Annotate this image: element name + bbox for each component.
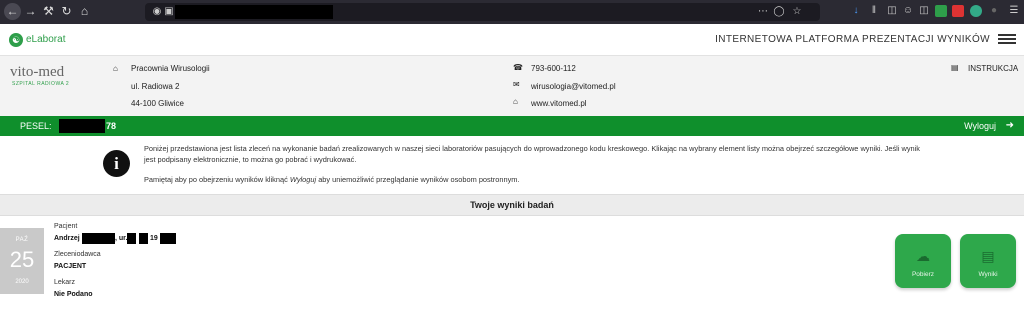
app-header: ☯ eLaborat INTERNETOWA PLATFORMA PREZENT… [0,24,1024,56]
birth-year-prefix: 19 [150,235,158,242]
hamburger-menu-icon[interactable] [998,32,1016,48]
pesel-redacted [59,119,105,133]
home-icon[interactable]: ⌂ [76,3,93,20]
pocket-icon[interactable]: ◯ [773,6,785,18]
elaborat-logo-icon: ☯ [9,33,23,47]
lab-phone: 793-600-112 [531,64,576,73]
lab-street: ul. Radiowa 2 [131,82,180,91]
cloud-download-icon: ☁ [916,248,930,264]
birth-month-redacted [139,233,148,244]
notice-text-em: Wyloguj [289,175,317,184]
orderer-label: Zleceniodawca [54,251,101,258]
date-day: 25 [9,247,35,272]
vitomed-logo-sub: SZPITAL RADIOWA 2 [12,81,70,87]
extension-badge-icon[interactable] [952,5,964,17]
more-icon[interactable]: ⋯ [757,6,769,18]
results-heading: Twoje wyniki badań [0,194,1024,216]
account-icon[interactable]: ☺ [902,5,914,17]
date-year: 2020 [15,279,29,285]
shield-icon: ◉ [152,6,162,17]
wrench-icon[interactable]: ⚒ [40,3,57,20]
phone-icon: ☎ [513,63,523,72]
pesel-suffix: 78 [106,121,117,131]
patient-first-name: Andrzej [54,235,80,242]
birth-year-redacted [160,233,176,244]
results-label: Wyniki [978,271,998,278]
notice-paragraph-2: Pamiętaj aby po obejrzeniu wyników klikn… [144,174,924,185]
birth-day-redacted [127,233,136,244]
notice-text-post: aby uniemożliwić przeglądanie wyników os… [316,175,520,184]
back-icon[interactable]: ← [4,3,21,20]
session-bar: PESEL: 78 Wyloguj ➜ [0,116,1024,136]
date-badge: PAŹ 25 2020 [0,228,44,294]
sidebar-icon[interactable]: ◫ [886,5,898,17]
menu-icon[interactable]: ☰ [1008,5,1020,17]
book-icon[interactable]: ▤ [951,63,959,72]
doctor-label: Lekarz [54,279,76,286]
reload-icon[interactable]: ↻ [58,3,75,20]
doctor-value: Nie Podano [54,291,93,298]
results-button[interactable]: ▤ Wyniki [960,234,1016,288]
list-icon: ▤ [981,248,995,264]
download-label: Pobierz [911,271,935,278]
lock-icon: ▣ [164,6,174,17]
reader-icon[interactable]: ◫ [918,5,930,17]
notice-text: Poniżej przedstawiona jest lista zleceń … [144,143,924,185]
forward-icon[interactable]: → [22,3,39,20]
bookmark-star-icon[interactable]: ☆ [791,6,803,18]
pesel-label: PESEL: [20,121,52,131]
notice-paragraph-1: Poniżej przedstawiona jest lista zleceń … [144,144,920,164]
lab-info-panel: vito-med SZPITAL RADIOWA 2 ⌂ Pracownia W… [0,56,1024,116]
orderer-value: PACJENT [54,263,87,270]
browser-toolbar: ← → ⚒ ↻ ⌂ ◉ ▣ ⋯ ◯ ☆ ↓ ‖ ◫ ☺ ◫ ● ☰ [0,0,1024,24]
lab-city: 44-100 Gliwice [131,99,184,108]
download-button[interactable]: ☁ Pobierz [895,234,951,288]
address-bar[interactable]: ◉ ▣ ⋯ ◯ ☆ [145,3,820,21]
patient-birth-prefix: , ur. [115,235,128,242]
home-icon: ⌂ [513,97,518,106]
notice-panel: i Poniżej przedstawiona jest lista zlece… [0,136,1024,194]
logout-link[interactable]: Wyloguj [964,121,996,131]
download-icon[interactable]: ↓ [850,5,862,17]
url-redacted [175,5,333,19]
home-icon: ⌂ [113,64,118,73]
date-month: PAŹ [15,237,29,243]
patient-surname-redacted [82,233,115,244]
platform-title: INTERNETOWA PLATFORMA PREZENTACJI WYNIKÓ… [715,34,990,45]
vitomed-logo: vito-med SZPITAL RADIOWA 2 [10,64,95,94]
extension-circle-icon[interactable] [970,5,982,17]
vitomed-logo-name: vito-med [10,64,65,80]
patient-label: Pacjent [54,223,78,230]
envelope-icon: ✉ [513,80,520,89]
library-icon[interactable]: ‖ [868,5,880,17]
notice-text-pre: Pamiętaj aby po obejrzeniu wyników klikn… [144,175,290,184]
lab-email[interactable]: wirusologia@vitomed.pl [531,82,616,91]
sign-out-icon[interactable]: ➜ [1006,120,1014,131]
extension-icon[interactable] [935,5,947,17]
lab-website[interactable]: www.vitomed.pl [531,99,587,108]
info-icon: i [103,150,130,177]
lab-name: Pracownia Wirusologii [131,64,210,73]
logo-text: eLaborat [26,34,66,45]
extension-grey-icon[interactable]: ● [988,5,1000,17]
instruction-link[interactable]: INSTRUKCJA [968,64,1018,73]
